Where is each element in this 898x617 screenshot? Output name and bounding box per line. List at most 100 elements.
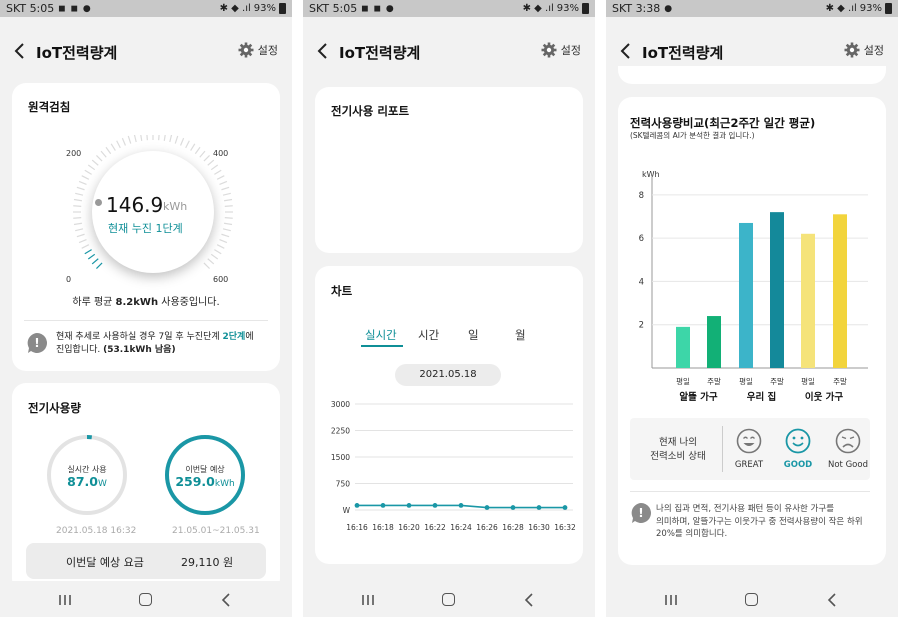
settings-label: 설정 [863,44,884,57]
svg-text:!: ! [638,506,643,520]
back-arrow-icon[interactable] [317,43,329,59]
home-icon[interactable] [745,593,758,606]
bar [676,326,690,368]
y-tick-label: 8 [639,191,644,201]
x-tick-label: 16:32 [554,523,576,532]
tab-hour[interactable]: 시간 [418,327,439,343]
active-tab-underline [361,345,403,347]
back-arrow-icon[interactable] [14,43,26,59]
back-arrow-icon[interactable] [620,43,632,59]
tab-realtime[interactable]: 실시간 [365,327,397,343]
consumption-state-box: 현재 나의 전력소비 상태 GREAT GOOD Not Good [630,418,870,480]
notice-part-a: 현재 추세로 사용하실 경우 7일 후 누진단계 [56,332,223,342]
gauge-tick-mark [158,135,160,141]
bar [770,212,784,368]
settings-button[interactable]: 설정 [238,42,278,58]
system-icons: ✱ ◆ .ıl 93% [826,3,892,14]
battery-icon [582,3,589,14]
x-tick-label: 16:24 [450,523,472,532]
gauge-tick-mark [203,262,210,269]
home-icon[interactable] [442,593,455,606]
data-point [432,503,438,508]
tab-day[interactable]: 일 [468,327,479,343]
nav-back-icon[interactable] [524,593,534,607]
comparison-title: 전력사용량비교(최근2주간 일간 평균) [630,116,816,130]
data-point [562,505,568,510]
recent-apps-icon[interactable] [58,595,72,605]
gauge-tick-mark [100,150,107,158]
bar [833,214,847,368]
data-point [458,503,464,508]
nav-back-icon[interactable] [221,593,231,607]
gauge-tick-mark [222,192,231,196]
settings-button[interactable]: 설정 [541,42,581,58]
x-tick-label: 평일 [801,376,815,386]
system-nav-bar [0,581,292,617]
home-icon[interactable] [139,593,152,606]
notice-stage: 2단계 [222,332,246,342]
y-tick-label: 2250 [331,427,350,436]
gauge-tick-mark [221,233,230,238]
gauge-tick-mark [219,180,228,186]
realtime-number: 87.0 [67,474,98,489]
realtime-value: 87.0W [47,474,127,489]
recent-apps-icon[interactable] [361,595,375,605]
gauge-tick-mark [219,238,228,244]
fee-label: 이번달 예상 요금 [66,556,144,569]
page-title: IoT전력량계 [36,44,118,62]
good-face-icon [785,428,811,454]
gauge-tick-mark [87,164,96,171]
notification-icons: ◼ ◼ ● [361,3,395,14]
x-tick-label: 평일 [739,376,753,386]
x-tick-label: 16:30 [528,523,550,532]
comparison-note: 나의 집과 면적, 전기사용 패턴 등이 유사한 가구를 의미하며, 알뜰가구는 … [656,503,881,541]
settings-label: 설정 [257,44,278,57]
monthly-range: 21.05.01~21.05.31 [172,526,260,536]
note-line2: 의미하며, 알뜰가구는 이웃가구 중 전력사용량이 작은 하위 [656,516,863,527]
x-tick-label: 평일 [676,376,690,386]
data-point [484,505,490,510]
gauge-tick-mark [81,175,90,180]
carrier: SKT [612,2,633,15]
gauge-tick-mark [76,233,85,238]
gauge-tick-mark [214,169,222,175]
settings-label: 설정 [560,44,581,57]
fee-value: 29,110 원 [181,556,234,569]
gauge-tick-mark [185,140,190,149]
gauge-tick-mark [73,198,82,202]
gauge-tick-mark [133,135,137,143]
current-usage-value: 146.9 [106,193,164,217]
gauge-tick-mark [221,186,230,191]
not-good-face-icon [835,428,861,454]
nav-back-icon[interactable] [827,593,837,607]
y-tick-label: 2 [639,321,644,331]
gauge-tick-mark [203,155,210,162]
clock: 5:05 [332,2,358,15]
gear-icon [844,42,860,58]
usage-title: 전기사용량 [28,401,81,415]
tab-month[interactable]: 월 [515,327,526,343]
gauge-tick-mark [146,135,148,141]
gauge-tick-mark [224,198,233,202]
signal-icon: ✱ ◆ .ıl [522,3,554,14]
status-bar: SKT 5:05 ◼ ◼ ● ✱ ◆ .ıl 93% [0,0,292,17]
system-nav-bar [606,581,898,617]
gauge-tick-mark [224,222,233,226]
date-selector[interactable]: 2021.05.18 [395,364,501,386]
gauge-tick-mark [105,146,112,155]
system-nav-bar [303,581,595,617]
notice-part-b: 에 [245,332,254,342]
gear-icon [238,42,254,58]
carrier: SKT [6,2,27,15]
x-tick-label: 16:28 [502,523,524,532]
gauge-tick-600: 600 [213,275,229,284]
gauge-tick-0: 0 [66,275,72,284]
great-face-icon [736,428,762,454]
gauge-tick-mark [222,228,231,232]
settings-button[interactable]: 설정 [844,42,884,58]
gauge-tick-mark [84,249,92,255]
group-label: 우리 집 [747,391,777,403]
gauge-tick-mark [140,135,143,141]
divider [24,320,268,321]
recent-apps-icon[interactable] [664,595,678,605]
